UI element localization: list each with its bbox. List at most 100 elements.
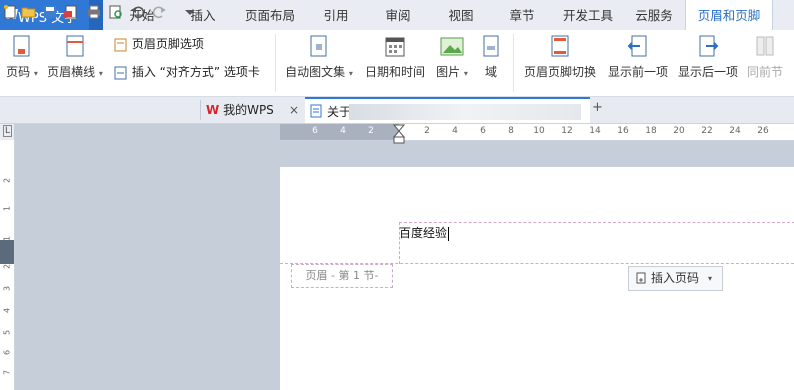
ruler-tick: 6 — [312, 126, 318, 136]
ribbon-separator — [513, 34, 514, 92]
open-folder-icon[interactable] — [21, 4, 37, 20]
page-number-button[interactable]: 页码 ▾ — [2, 34, 42, 80]
undo-icon[interactable] — [130, 4, 146, 20]
tab-review[interactable]: 审阅 — [365, 0, 431, 30]
arrow-right-icon — [699, 35, 719, 57]
ruler-tick: 4 — [2, 307, 12, 314]
chevron-down-icon[interactable]: ▾ — [708, 267, 712, 290]
auto-text-label: 自动图文集 — [285, 65, 346, 79]
same-as-previous-button[interactable]: 同前节 — [744, 34, 786, 80]
tab-page-layout[interactable]: 页面布局 — [233, 0, 307, 30]
ruler-tick: 12 — [561, 126, 573, 136]
insert-page-number-label: 插入页码 — [651, 271, 700, 285]
ruler-tick: 1 — [2, 235, 12, 242]
ruler-tick: 18 — [645, 126, 657, 136]
ribbon-separator — [275, 34, 276, 92]
ruler-tick: 4 — [452, 126, 458, 136]
link-previous-icon — [756, 36, 774, 56]
picture-icon — [440, 37, 464, 56]
ruler-tick: 2 — [424, 126, 430, 136]
wps-logo-icon: W — [206, 103, 220, 117]
header-editing-area[interactable] — [399, 222, 794, 264]
text-cursor — [448, 226, 450, 241]
date-time-label: 日期和时间 — [364, 65, 425, 79]
calendar-icon — [385, 37, 405, 57]
close-icon[interactable]: × — [289, 97, 299, 123]
picture-label: 图片 — [436, 65, 461, 79]
page-number-icon — [13, 35, 30, 57]
header-footer-options-label: 页眉页脚选项 — [131, 37, 204, 51]
ruler-tick: 2 — [2, 263, 12, 270]
ruler-tick: 1 — [2, 205, 12, 212]
export-pdf-icon[interactable] — [63, 4, 79, 20]
field-icon — [483, 35, 499, 57]
field-button[interactable]: 域 — [476, 34, 506, 80]
ruler-tick: 26 — [757, 126, 769, 136]
redo-icon[interactable] — [151, 4, 167, 20]
same-as-previous-label: 同前节 — [746, 65, 783, 79]
doc-tab-label: 关于 — [327, 105, 352, 119]
new-document-icon[interactable] — [2, 4, 18, 20]
doc-tab-my-wps[interactable]: W 我的WPS × — [206, 97, 302, 123]
show-previous-button[interactable]: 显示前一项 — [603, 34, 673, 80]
ruler-tick: 2 — [368, 126, 374, 136]
show-next-button[interactable]: 显示后一项 — [673, 34, 743, 80]
ruler-tick: 22 — [701, 126, 713, 136]
field-label: 域 — [484, 65, 497, 79]
ruler-tick: 20 — [673, 126, 685, 136]
tab-sections[interactable]: 章节 — [491, 0, 553, 30]
ruler-tick: 6 — [2, 349, 12, 356]
blurred-title — [349, 104, 581, 120]
insert-page-number-button[interactable]: 插入页码 ▾ — [628, 266, 723, 291]
ruler-tick: 6 — [480, 126, 486, 136]
insert-align-tab-label: 插入 “对齐方式” 选项卡 — [131, 65, 260, 79]
tab-references[interactable]: 引用 — [307, 0, 365, 30]
tab-cloud[interactable]: 云服务 — [623, 0, 685, 30]
date-time-button[interactable]: 日期和时间 — [363, 34, 427, 80]
insert-align-tab-button[interactable]: 插入 “对齐方式” 选项卡 — [114, 63, 260, 81]
indent-marker[interactable] — [393, 124, 405, 144]
save-icon[interactable] — [42, 4, 58, 20]
header-line-label: 页眉横线 — [47, 65, 96, 79]
auto-text-icon — [310, 35, 327, 57]
tab-view[interactable]: 视图 — [431, 0, 491, 30]
options-icon — [114, 38, 127, 51]
ruler-tick: 4 — [340, 126, 346, 136]
auto-text-button[interactable]: 自动图文集 ▾ — [284, 34, 354, 80]
tab-header-footer[interactable]: 页眉和页脚 — [685, 0, 773, 31]
header-footer-options-button[interactable]: 页眉页脚选项 — [114, 35, 204, 53]
vertical-ruler-margin — [0, 240, 14, 264]
header-line-icon — [66, 35, 84, 57]
page-number-label: 页码 — [6, 65, 31, 79]
switch-header-footer-label: 页眉页脚切换 — [523, 65, 596, 79]
ruler-tick: 3 — [2, 285, 12, 292]
align-tab-icon — [114, 66, 127, 79]
ruler-tick: 16 — [617, 126, 629, 136]
insert-page-number-icon — [636, 272, 646, 284]
document-icon — [310, 104, 322, 118]
show-previous-label: 显示前一项 — [607, 65, 668, 79]
show-next-label: 显示后一项 — [677, 65, 738, 79]
doc-tab-label: 我的WPS — [223, 103, 274, 117]
switch-icon — [551, 35, 569, 57]
ruler-tick: 5 — [2, 329, 12, 336]
header-text[interactable]: 百度经验 — [399, 224, 450, 241]
toolbar-divider — [200, 100, 201, 120]
new-tab-icon[interactable]: + — [592, 100, 603, 115]
ruler-tick: 8 — [508, 126, 514, 136]
ruler-tick: 10 — [533, 126, 545, 136]
header-line-button[interactable]: 页眉横线 ▾ — [46, 34, 104, 80]
picture-button[interactable]: 图片 ▾ — [432, 34, 472, 80]
ruler-tick: 14 — [589, 126, 601, 136]
doc-tab-active[interactable]: 关于 — [305, 97, 590, 123]
ruler-tick: 7 — [2, 369, 12, 376]
arrow-left-icon — [627, 35, 647, 57]
switch-header-footer-button[interactable]: 页眉页脚切换 — [520, 34, 600, 80]
print-preview-icon[interactable] — [108, 4, 124, 20]
print-icon[interactable] — [86, 4, 102, 20]
header-section-label: 页眉 - 第 1 节- — [291, 264, 393, 288]
ruler-tick: 2 — [2, 177, 12, 184]
customize-toolbar-icon[interactable] — [182, 4, 198, 20]
ruler-corner: L — [0, 124, 14, 140]
tab-developer[interactable]: 开发工具 — [553, 0, 623, 30]
